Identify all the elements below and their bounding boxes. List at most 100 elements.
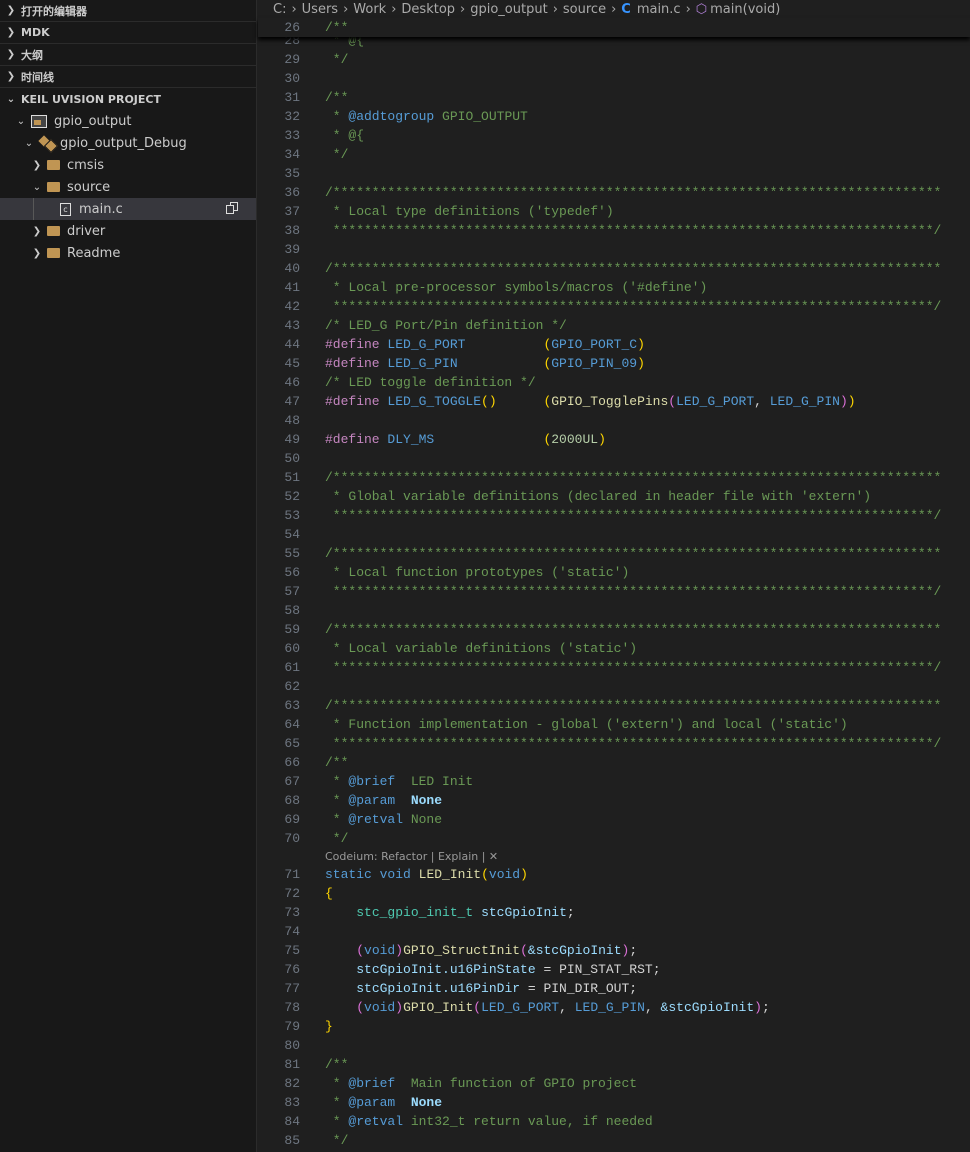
code-token: #define [325, 337, 380, 352]
line-number: 40 [284, 261, 300, 276]
code-token: * [325, 1095, 349, 1110]
chevron-right-icon: › [460, 1, 466, 17]
code-line: 57 *************************************… [258, 582, 970, 601]
tree-label: gpio_output [54, 113, 132, 129]
code-text: * Function implementation - global ('ext… [325, 715, 848, 734]
code-token: /** [325, 755, 349, 770]
breadcrumb-file[interactable]: main.c [637, 2, 681, 17]
line-number: 66 [284, 755, 300, 770]
code-line: 48 [258, 411, 970, 430]
code-text: /* LED toggle definition */ [325, 373, 536, 392]
line-number: 81 [284, 1057, 300, 1072]
line-number: 55 [284, 546, 300, 561]
copy-icon[interactable] [226, 202, 239, 215]
code-text: ****************************************… [325, 658, 942, 677]
section-open-editors[interactable]: ❯ 打开的编辑器 [0, 0, 256, 22]
line-number: 31 [284, 90, 300, 105]
code-line: 33 * @{ [258, 126, 970, 145]
code-token: * [325, 793, 349, 808]
code-line: 37 * Local type definitions ('typedef') [258, 202, 970, 221]
tree-item-cmsis[interactable]: ❯ cmsis [0, 154, 256, 176]
code-token: * [325, 812, 349, 827]
code-editor[interactable]: 26/** 28 * @{29 */30 31/** 32 * @addtogrou… [258, 18, 970, 1152]
line-number: 82 [284, 1076, 300, 1091]
code-token: DLY_MS [379, 432, 544, 447]
code-token: /***************************************… [325, 546, 942, 561]
line-number: 37 [284, 204, 300, 219]
code-token: @brief [348, 1076, 396, 1091]
section-mdk[interactable]: ❯ MDK [0, 22, 256, 44]
line-number: 58 [284, 603, 300, 618]
tree-item-readme[interactable]: ❯ Readme [0, 242, 256, 264]
code-token: LED_G_PIN [379, 356, 544, 371]
code-text: * Local variable definitions ('static') [325, 639, 637, 658]
codeium-code-lens[interactable]: Codeium: Refactor | Explain | ✕ [258, 848, 970, 865]
code-token: = [520, 981, 544, 996]
code-text: (void)GPIO_Init(LED_G_PORT, LED_G_PIN, &… [325, 998, 770, 1017]
breadcrumb-symbol[interactable]: main(void) [710, 2, 780, 17]
line-number: 85 [284, 1133, 300, 1148]
code-line: 76 stcGpioInit.u16PinState = PIN_STAT_RS… [258, 960, 970, 979]
tree-item-driver[interactable]: ❯ driver [0, 220, 256, 242]
line-number: 29 [284, 52, 300, 67]
line-number: 70 [284, 831, 300, 846]
code-line: 45 #define LED_G_PIN (GPIO_PIN_09) [258, 354, 970, 373]
code-line: 43 /* LED_G Port/Pin definition */ [258, 316, 970, 335]
tree-item-target[interactable]: ⌄ gpio_output_Debug [0, 132, 256, 154]
breadcrumb-item[interactable]: C: [273, 2, 286, 17]
line-number: 68 [284, 793, 300, 808]
line-number: 67 [284, 774, 300, 789]
code-token: ) [598, 432, 606, 447]
section-keil-project[interactable]: ⌄ KEIL UVISION PROJECT [0, 88, 256, 110]
code-token: () [481, 394, 497, 409]
code-token: LED_G_PORT [481, 1000, 560, 1015]
code-text: ****************************************… [325, 221, 942, 240]
code-text: static void LED_Init(void) [325, 865, 528, 884]
line-number: 53 [284, 508, 300, 523]
code-line: 78 (void)GPIO_Init(LED_G_PORT, LED_G_PIN… [258, 998, 970, 1017]
line-number: 47 [284, 394, 300, 409]
code-text: * Global variable definitions (declared … [325, 487, 871, 506]
chevron-right-icon: ❯ [6, 27, 16, 38]
tree-item-project[interactable]: ⌄ gpio_output [0, 110, 256, 132]
chevron-down-icon: ⌄ [16, 115, 26, 127]
breadcrumb-item[interactable]: gpio_output [470, 2, 547, 17]
tree-item-source[interactable]: ⌄ source [0, 176, 256, 198]
code-token: stc_gpio_init_t [356, 905, 474, 920]
section-outline[interactable]: ❯ 大纲 [0, 44, 256, 66]
code-token: GPIO_Init [403, 1000, 474, 1015]
chevron-right-icon: ❯ [32, 247, 42, 259]
code-token: * Global variable definitions (declared … [325, 489, 872, 504]
code-token: * Function implementation - global ('ext… [325, 717, 848, 732]
symbol-method-icon: ⬡ [695, 1, 708, 17]
code-token: ****************************************… [325, 223, 942, 238]
tree-item-main-c[interactable]: c main.c [0, 198, 256, 220]
line-number: 36 [284, 185, 300, 200]
code-token: , [559, 1000, 575, 1015]
breadcrumb-item[interactable]: Users [302, 2, 338, 17]
code-token: ) [637, 356, 645, 371]
chevron-right-icon: ❯ [32, 159, 42, 171]
breadcrumb-item[interactable]: Desktop [401, 2, 455, 17]
code-token: ; [566, 905, 575, 920]
code-token: LED Init [395, 774, 474, 789]
section-timeline[interactable]: ❯ 时间线 [0, 66, 256, 88]
line-number: 35 [284, 166, 300, 181]
breadcrumb-item[interactable]: Work [353, 2, 386, 17]
breadcrumb-item[interactable]: source [563, 2, 606, 17]
sticky-scroll-header[interactable]: 26 /** [258, 18, 970, 37]
code-token: void [379, 867, 411, 882]
tree-label: source [67, 179, 111, 195]
code-token: LED_G_TOGGLE [379, 394, 482, 409]
code-token: GPIO_OUTPUT [434, 109, 528, 124]
code-text: * @param None [325, 791, 442, 810]
code-token: /***************************************… [325, 622, 942, 637]
code-token: stcGpioInit.u16PinState [356, 962, 536, 977]
code-block-before-lens: 28 * @{29 */30 31/** 32 * @addtogroup GPIO… [258, 31, 970, 848]
line-number: 75 [284, 943, 300, 958]
chevron-right-icon: › [552, 1, 558, 17]
line-number: 38 [284, 223, 300, 238]
code-text: ****************************************… [325, 506, 942, 525]
